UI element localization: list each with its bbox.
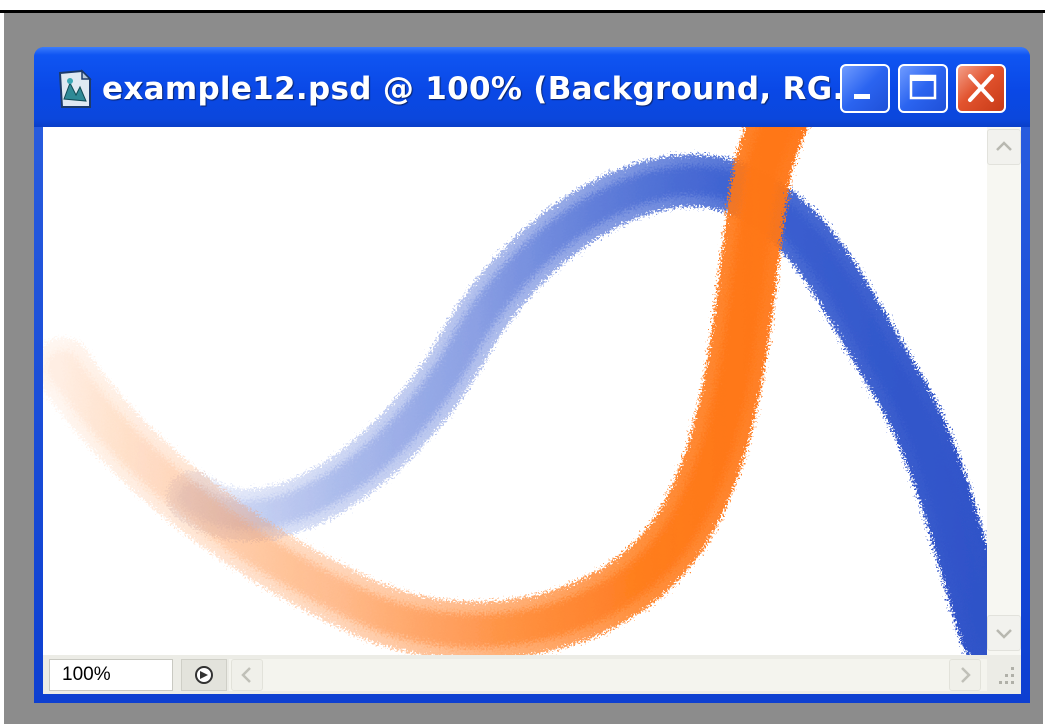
vertical-scrollbar[interactable]	[987, 127, 1021, 655]
horizontal-scrollbar[interactable]	[229, 659, 987, 691]
status-menu-icon	[195, 666, 213, 684]
title-bar[interactable]: example12.psd @ 100% (Background, RG...	[34, 47, 1030, 127]
scroll-left-arrow-icon	[241, 667, 251, 683]
close-button[interactable]	[956, 64, 1006, 113]
status-bar: 100%	[43, 655, 1021, 694]
scroll-right-button[interactable]	[949, 659, 981, 691]
scroll-up-button[interactable]	[987, 129, 1021, 165]
window-title: example12.psd @ 100% (Background, RG...	[102, 71, 869, 107]
maximize-icon	[909, 74, 937, 100]
scroll-up-arrow-icon	[996, 141, 1012, 151]
zoom-level-field[interactable]: 100%	[49, 659, 173, 691]
resize-grip-icon[interactable]	[991, 661, 1019, 691]
close-icon	[968, 74, 994, 102]
document-client-area: 100%	[43, 127, 1021, 694]
minimize-icon	[854, 94, 870, 99]
document-window[interactable]: example12.psd @ 100% (Background, RG...	[34, 47, 1030, 703]
image-canvas[interactable]	[43, 127, 987, 655]
scroll-down-button[interactable]	[987, 615, 1021, 651]
scroll-left-button[interactable]	[231, 659, 263, 691]
minimize-button[interactable]	[840, 64, 890, 113]
scroll-right-arrow-icon	[961, 667, 971, 683]
status-menu-button[interactable]	[181, 659, 227, 691]
brush-strokes-artwork	[43, 127, 987, 655]
psd-document-icon[interactable]	[56, 69, 94, 109]
scroll-down-arrow-icon	[996, 629, 1012, 639]
maximize-button[interactable]	[898, 64, 948, 113]
